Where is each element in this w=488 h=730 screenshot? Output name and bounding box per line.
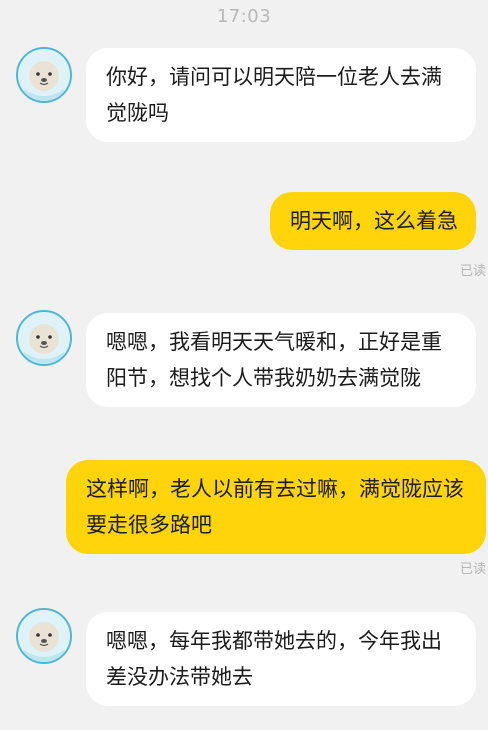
contact-avatar-icon[interactable]	[16, 47, 72, 103]
message-bubble-outgoing[interactable]: 明天啊，这么着急	[270, 192, 476, 250]
message-bubble-incoming[interactable]: 你好，请问可以明天陪一位老人去满觉陇吗	[86, 48, 476, 142]
read-receipt: 已读	[459, 562, 486, 577]
message-text: 这样啊，老人以前有去过嘛，满觉陇应该要走很多路吧	[86, 477, 464, 537]
message-text: 嗯嗯，我看明天天气暖和，正好是重阳节，想找个人带我奶奶去满觉陇	[106, 330, 442, 390]
chat-conversation: 17:03 你好，请问可以明天陪一位老人去满觉陇吗 明天啊，这么着急 已读 嗯嗯…	[0, 0, 488, 730]
message-text: 你好，请问可以明天陪一位老人去满觉陇吗	[106, 65, 442, 125]
message-bubble-incoming[interactable]: 嗯嗯，每年我都带她去的，今年我出差没办法带她去	[86, 612, 476, 706]
contact-avatar-icon[interactable]	[16, 608, 72, 664]
contact-avatar-icon[interactable]	[16, 310, 72, 366]
message-text: 明天啊，这么着急	[290, 209, 458, 233]
message-bubble-incoming[interactable]: 嗯嗯，我看明天天气暖和，正好是重阳节，想找个人带我奶奶去满觉陇	[86, 313, 476, 407]
read-receipt: 已读	[459, 264, 486, 279]
message-text: 嗯嗯，每年我都带她去的，今年我出差没办法带她去	[106, 629, 442, 689]
message-bubble-outgoing[interactable]: 这样啊，老人以前有去过嘛，满觉陇应该要走很多路吧	[66, 460, 486, 554]
message-timestamp: 17:03	[216, 6, 272, 27]
